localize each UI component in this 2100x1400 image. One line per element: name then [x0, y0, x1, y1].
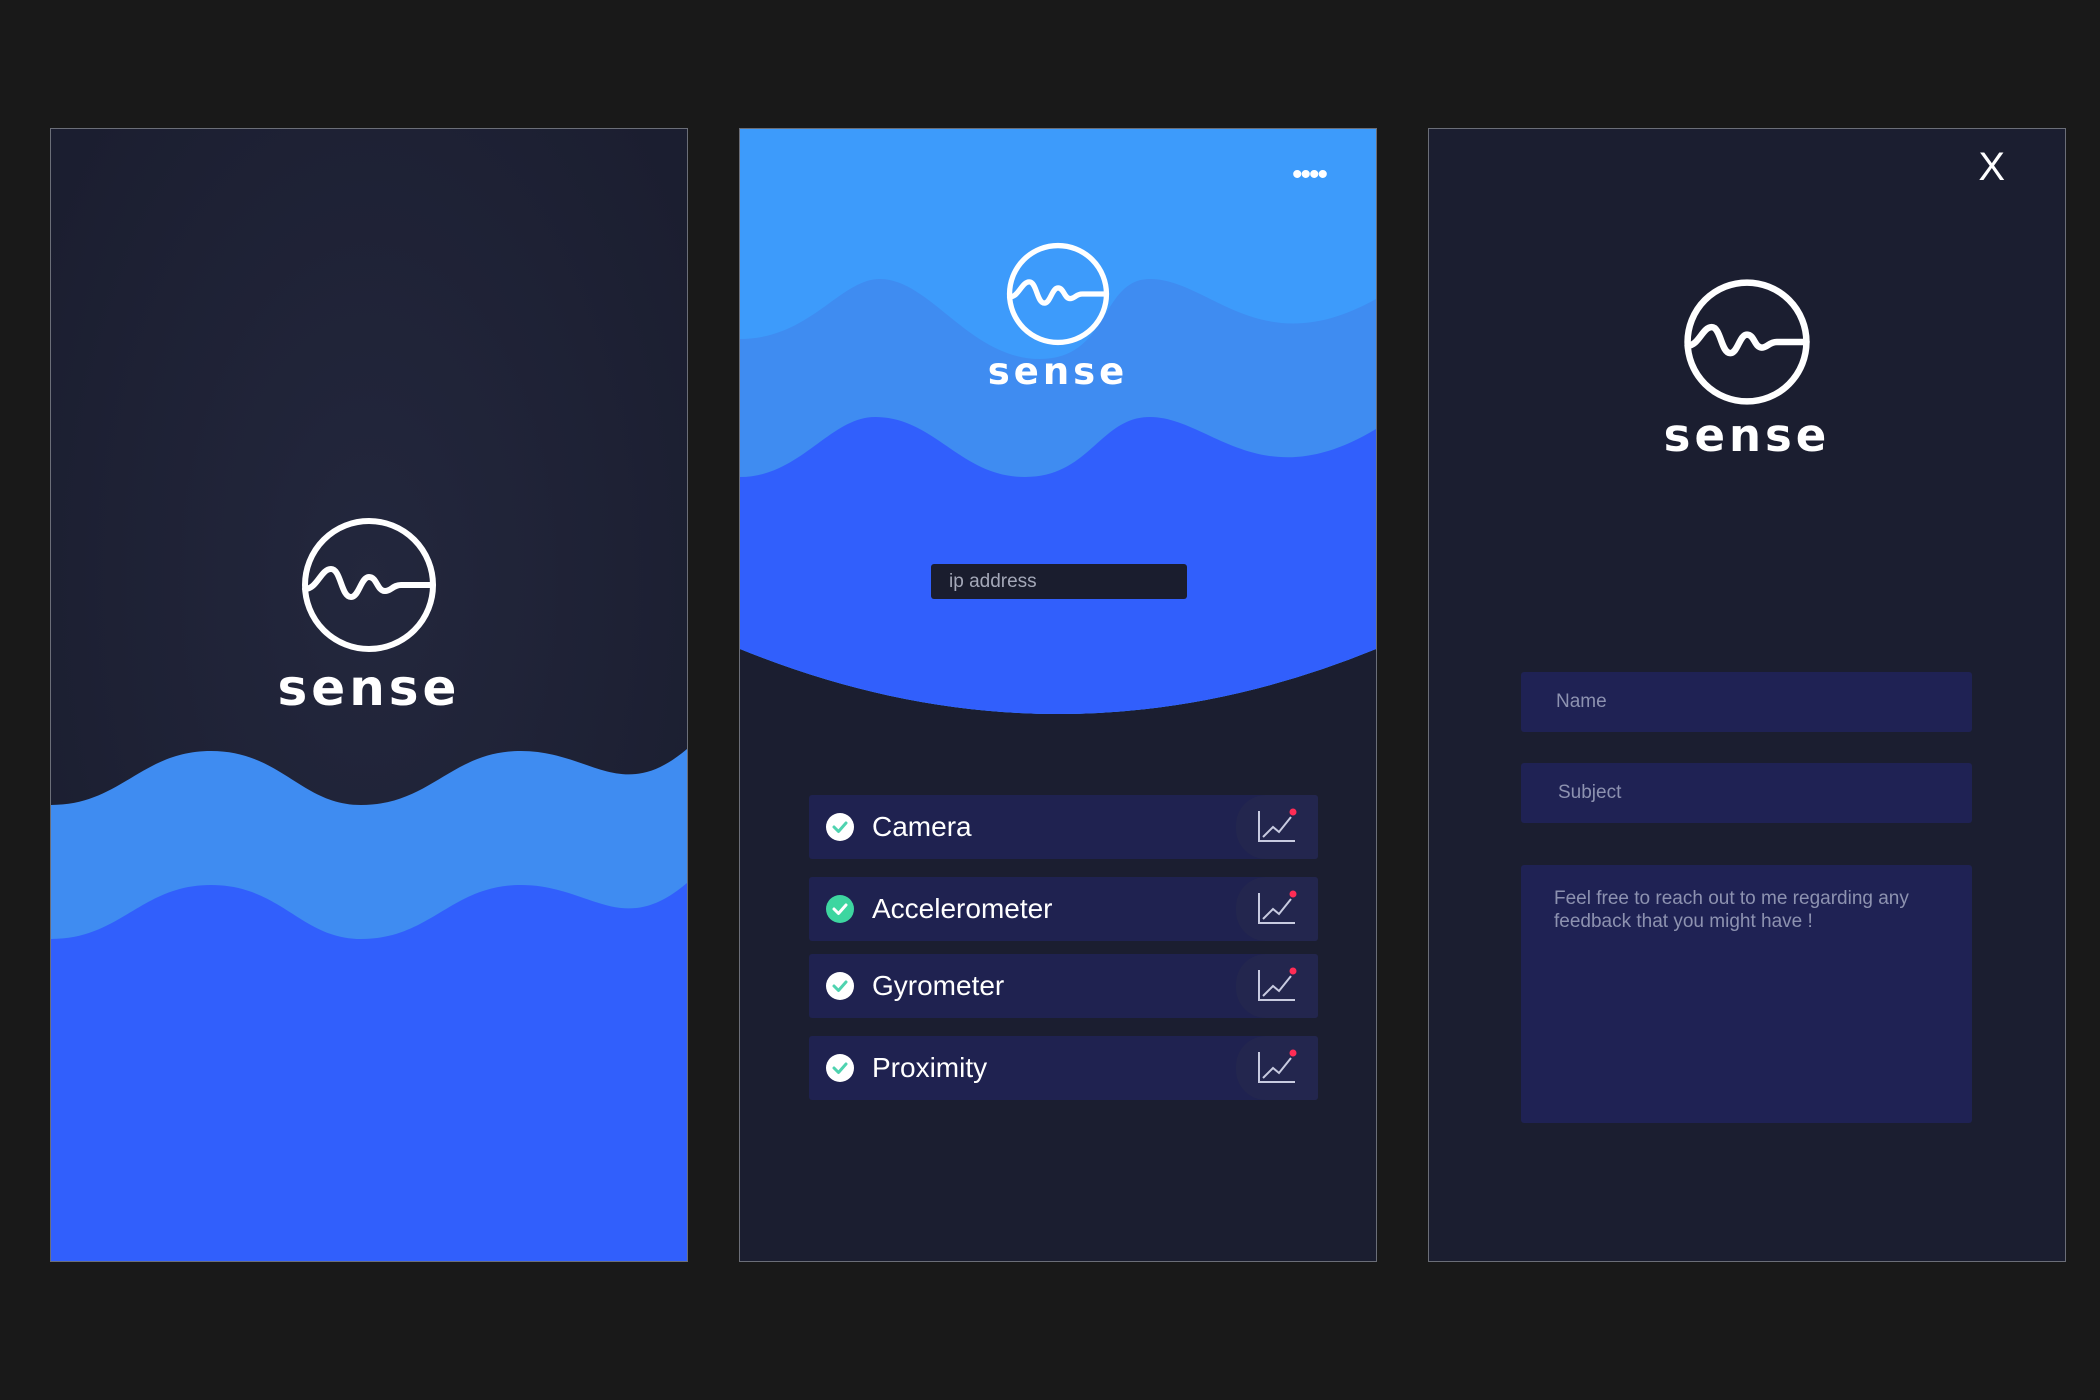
- brand-wordmark: sense: [1663, 409, 1831, 462]
- chart-line-icon[interactable]: [1236, 877, 1318, 941]
- sensor-row-accelerometer[interactable]: Accelerometer: [809, 877, 1318, 941]
- chart-line-icon[interactable]: [1236, 1036, 1318, 1100]
- sensor-label: Gyrometer: [872, 970, 1005, 1001]
- check-circle-icon[interactable]: [826, 895, 854, 923]
- brand-logo: sense: [1429, 277, 2065, 458]
- chart-line-icon[interactable]: [1236, 954, 1318, 1018]
- waveform-circle-icon: [302, 518, 436, 652]
- sensor-label: Accelerometer: [872, 893, 1053, 924]
- sensors-screen: •••• sense Camera Accelerometer: [739, 128, 1377, 1262]
- brand-logo: sense: [740, 241, 1376, 390]
- name-field[interactable]: [1521, 672, 1972, 732]
- waveform-circle-icon: [1006, 242, 1110, 346]
- more-dots-icon[interactable]: ••••: [1292, 160, 1328, 190]
- brand-wordmark: sense: [987, 350, 1129, 393]
- subject-field[interactable]: [1521, 763, 1972, 823]
- sensor-row-proximity[interactable]: Proximity: [809, 1036, 1318, 1100]
- sensor-label: Proximity: [872, 1052, 988, 1083]
- check-circle-icon[interactable]: [826, 1054, 854, 1082]
- feedback-screen: X sense: [1428, 128, 2066, 1262]
- message-field[interactable]: [1521, 865, 1972, 1123]
- sensor-label: Camera: [872, 811, 972, 842]
- waveform-circle-icon: [1684, 279, 1810, 405]
- sensor-row-camera[interactable]: Camera: [809, 795, 1318, 859]
- chart-line-icon[interactable]: [1236, 795, 1318, 859]
- close-button[interactable]: X: [1978, 147, 2005, 187]
- check-circle-icon[interactable]: [826, 972, 854, 1000]
- brand-wordmark: sense: [277, 659, 461, 717]
- splash-screen: sense: [50, 128, 688, 1262]
- sensor-row-gyrometer[interactable]: Gyrometer: [809, 954, 1318, 1018]
- brand-logo: sense: [51, 515, 687, 713]
- check-circle-icon[interactable]: [826, 813, 854, 841]
- ip-address-input[interactable]: [931, 564, 1187, 599]
